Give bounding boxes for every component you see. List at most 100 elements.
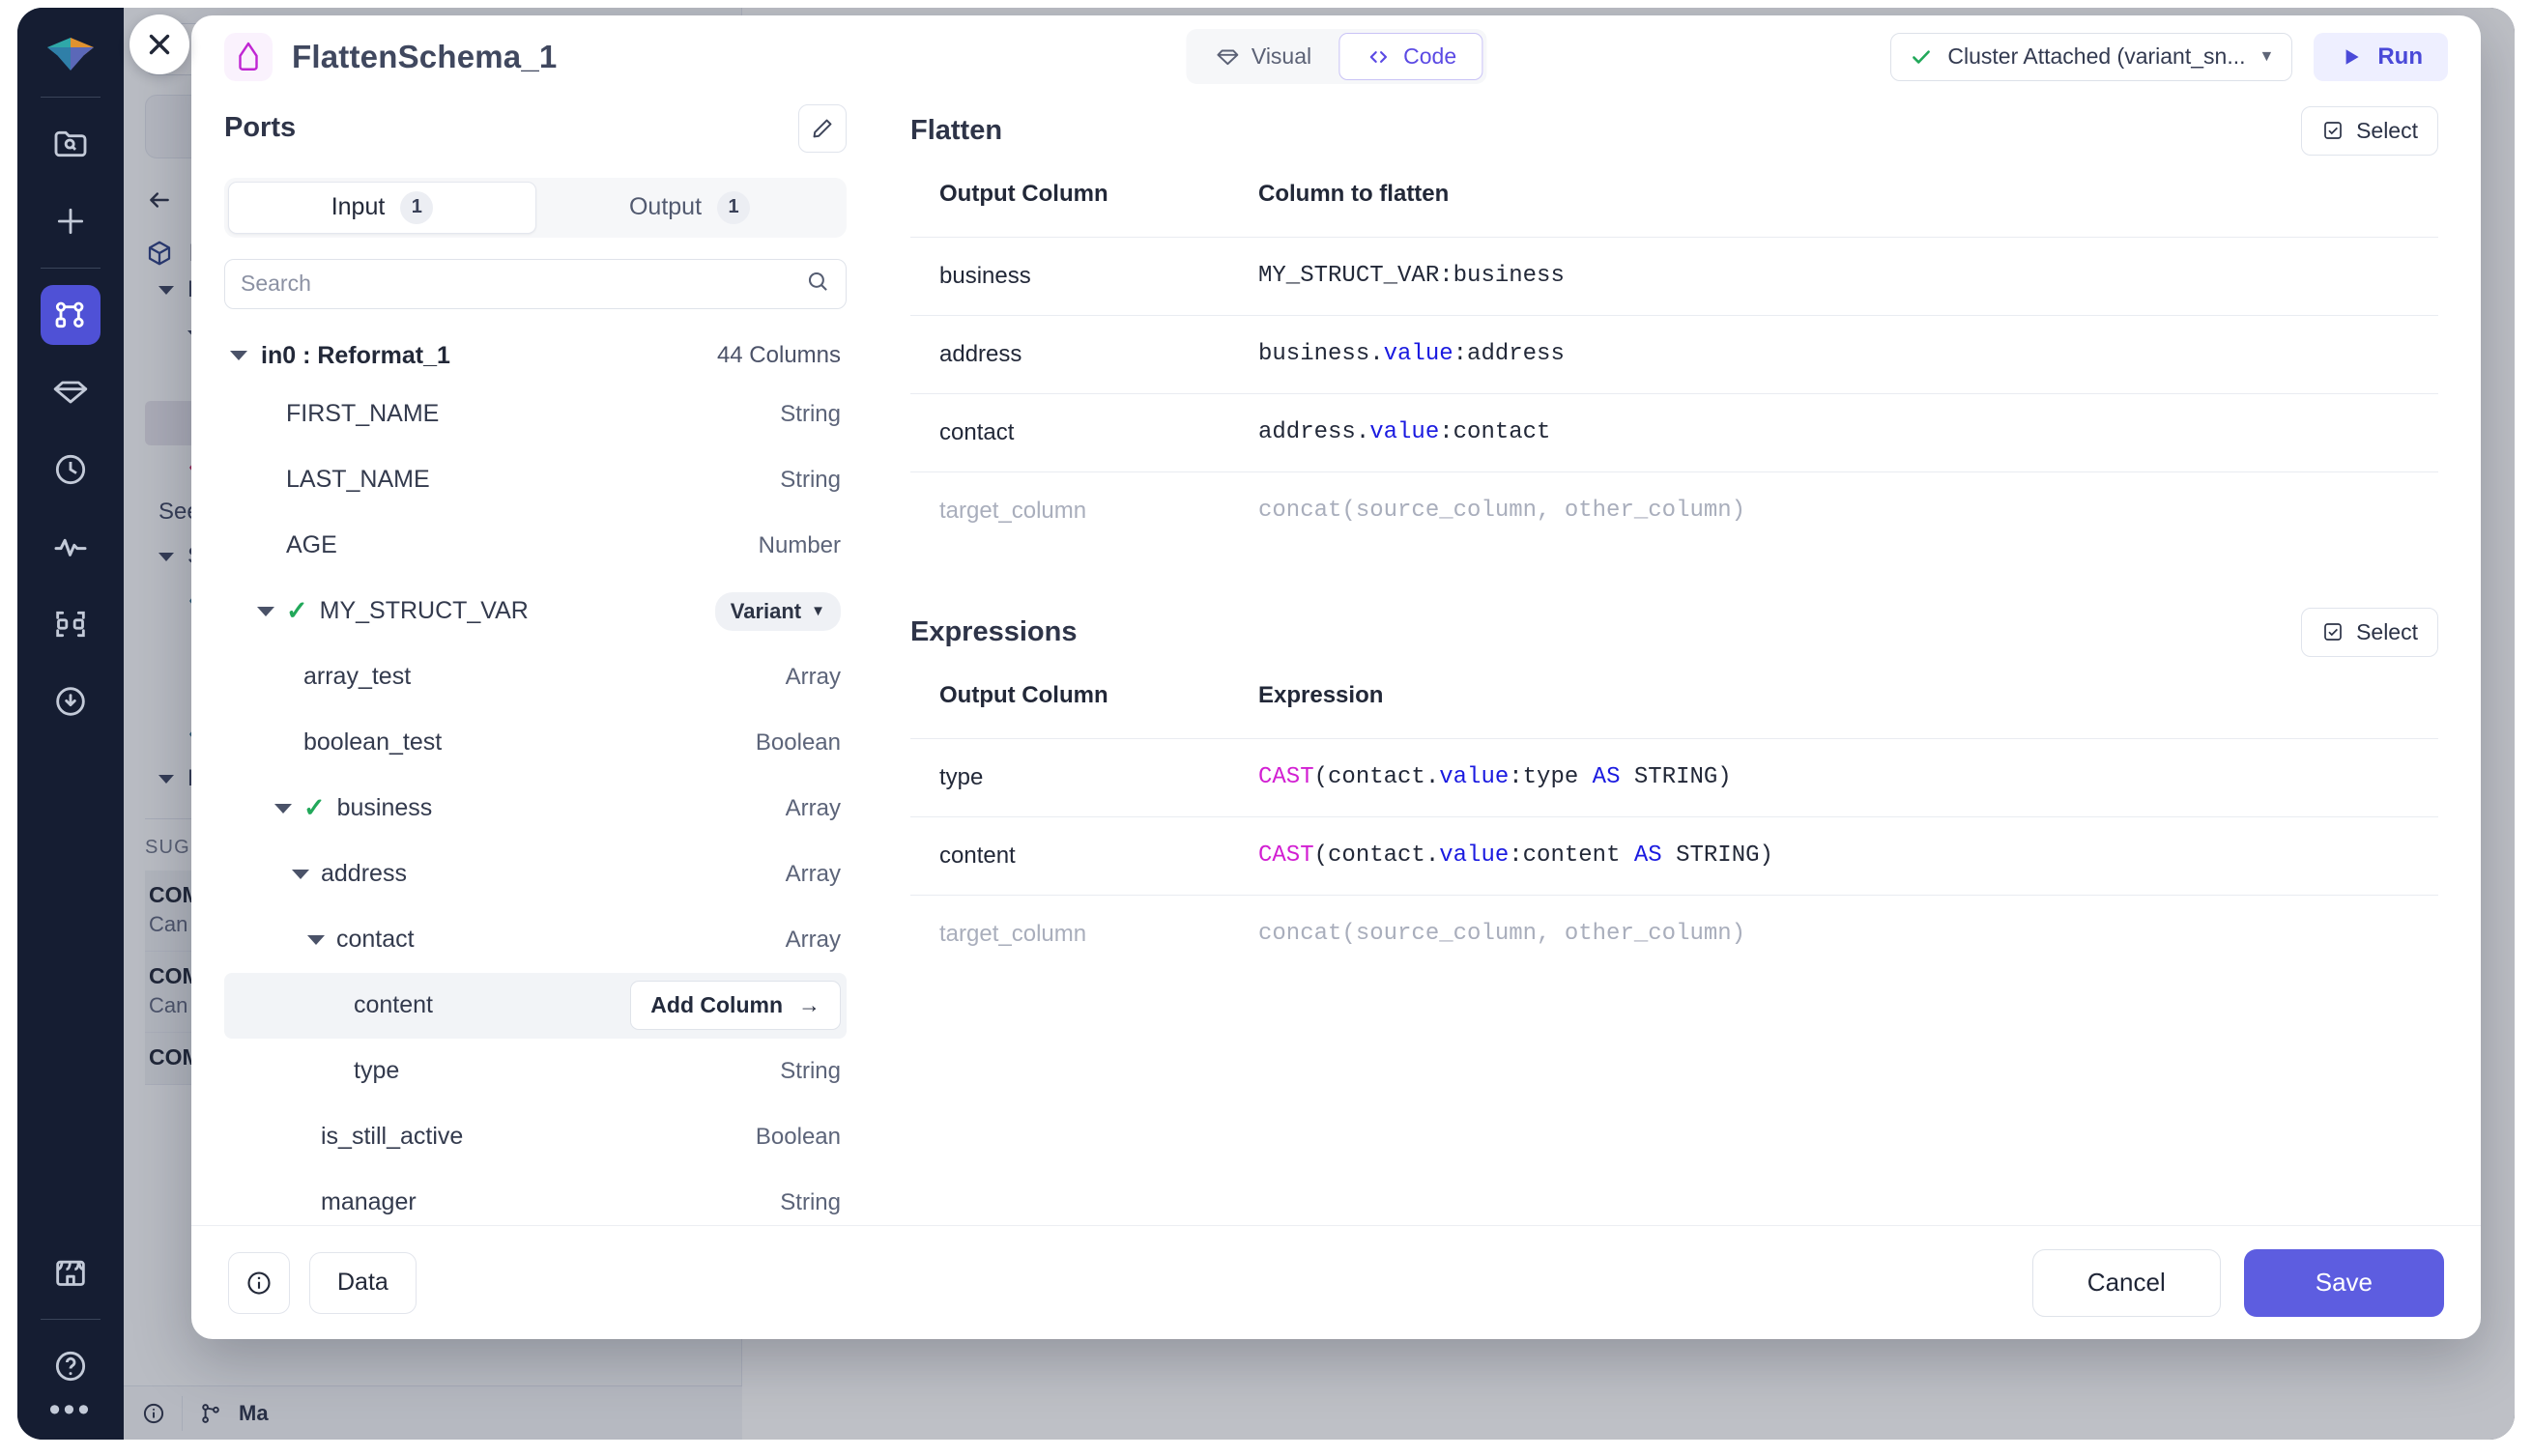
tree-row-type: String [780,400,841,427]
flatten-column-expression[interactable]: business.value:address [1229,314,2438,394]
tree-row[interactable]: boolean_test Boolean [224,710,847,776]
expressions-table-header-row: Output Column Expression [910,682,2438,739]
tree-row-name: FIRST_NAME [286,400,440,428]
cancel-button[interactable]: Cancel [2031,1248,2221,1317]
tree-row[interactable]: is_still_active Boolean [224,1104,847,1170]
tree-row[interactable]: ✓ business Array [224,776,847,842]
save-button[interactable]: Save [2243,1248,2444,1317]
sidebar-item-monitoring[interactable] [41,517,101,577]
tree-row[interactable]: array_test Array [224,644,847,710]
table-row[interactable]: address business.value:address [910,314,2438,394]
close-icon [149,34,170,55]
tree-row[interactable]: content Add Column → [224,972,847,1039]
expressions-select-button[interactable]: Select [2301,607,2438,657]
tab-input[interactable]: Input 1 [228,181,536,234]
sidebar-item-help[interactable] [41,1336,101,1396]
table-row[interactable]: target_column concat(source_column, other… [910,894,2438,973]
flatten-schema-modal: FlattenSchema_1 Visual Code Cluster Atta… [191,15,2481,1339]
expression-value[interactable]: concat(source_column, other_column) [1229,894,2438,973]
tree-row-type: Boolean [755,1123,841,1150]
footer-primary-actions: Cancel Save [2031,1248,2444,1317]
tab-output[interactable]: Output 1 [536,182,843,234]
tree-root-row[interactable]: in0 : Reformat_1 44 Columns [224,330,847,382]
table-row[interactable]: type CAST(contact.value:type AS STRING) [910,737,2438,817]
flatten-select-button[interactable]: Select [2301,105,2438,156]
sidebar-overflow-menu[interactable]: ••• [49,1393,93,1426]
tab-visual[interactable]: Visual [1190,34,1337,79]
chevron-down-icon: ▼ [2259,47,2275,65]
chevron-down-icon[interactable] [257,606,274,616]
tree-row-name: address [321,860,407,888]
tree-row[interactable]: manager String [224,1170,847,1225]
cluster-select[interactable]: Cluster Attached (variant_sn... ▼ [1890,32,2293,81]
expressions-title: Expressions [910,615,1078,647]
tree-row[interactable]: FIRST_NAME String [224,382,847,447]
tree-row-type: Array [785,794,841,821]
flatten-column-expression[interactable]: address.value:contact [1229,392,2438,472]
flatten-output-column: address [910,314,1229,394]
chevron-down-icon[interactable] [307,934,325,945]
code-keyword: AS [1592,764,1621,791]
expression-output-column: target_column [910,894,1229,973]
search-icon [805,269,830,300]
table-row[interactable]: content CAST(contact.value:content AS STR… [910,815,2438,896]
code-keyword: AS [1633,842,1662,870]
expressions-header-expression: Expression [1258,681,1384,708]
sidebar-item-pipelines[interactable] [41,285,101,345]
ports-search-input[interactable]: Search [224,258,847,309]
tree-row[interactable]: LAST_NAME String [224,447,847,513]
flatten-column-expression[interactable]: concat(source_column, other_column) [1229,471,2438,550]
tab-code[interactable]: Code [1338,33,1483,81]
column-type-select[interactable]: Variant ▼ [714,591,841,631]
sidebar-item-lineage[interactable] [41,594,101,654]
modal-title-group: FlattenSchema_1 [224,32,557,81]
table-row[interactable]: business MY_STRUCT_VAR:business [910,236,2438,316]
flatten-section-header: Flatten Select [910,105,2438,156]
data-button[interactable]: Data [309,1251,417,1314]
tree-row[interactable]: contact Array [224,907,847,973]
chevron-down-icon[interactable] [230,351,247,361]
run-button[interactable]: Run [2314,32,2448,81]
table-row[interactable]: target_column concat(source_column, other… [910,471,2438,550]
flatten-title: Flatten [910,114,1003,146]
info-button[interactable] [228,1251,290,1314]
tab-input-count: 1 [400,190,434,224]
sidebar-item-deploy[interactable] [41,671,101,731]
chevron-down-icon[interactable] [274,803,292,814]
tree-row[interactable]: type String [224,1039,847,1104]
sidebar-item-browse[interactable] [41,114,101,174]
flatten-output-column: business [910,236,1229,316]
tree-row-type: Array [785,663,841,690]
chevron-down-icon[interactable] [292,869,309,879]
sidebar-item-create-new[interactable] [41,191,101,251]
code-function: CAST [1258,764,1314,791]
tree-row-name: content [354,991,434,1019]
close-modal-button[interactable] [129,14,189,74]
tree-row[interactable]: address Array [224,842,847,907]
tree-row[interactable]: ✓ MY_STRUCT_VAR Variant ▼ [224,579,847,644]
tree-row-type: Boolean [755,728,841,756]
tab-code-label: Code [1403,43,1457,70]
tree-row[interactable]: AGE Number [224,513,847,579]
expression-value[interactable]: CAST(contact.value:content AS STRING) [1229,815,2438,896]
ports-title: Ports [224,112,297,144]
expression-value[interactable]: CAST(contact.value:type AS STRING) [1229,737,2438,817]
check-icon: ✓ [303,793,326,823]
tree-row-name: array_test [303,663,412,691]
table-row[interactable]: contact address.value:contact [910,392,2438,472]
flatten-column-expression[interactable]: MY_STRUCT_VAR:business [1229,236,2438,316]
play-icon [2345,49,2359,65]
tree-rows: FIRST_NAME String LAST_NAME String AGE Number… [224,382,847,1225]
code-keyword: value [1369,419,1440,446]
sidebar-item-history[interactable] [41,440,101,500]
sidebar-item-marketplace[interactable] [41,1242,101,1302]
arrow-right-icon: → [798,992,820,1018]
add-column-button[interactable]: Add Column → [630,981,841,1031]
checkbox-icon [2324,122,2342,140]
edit-ports-button[interactable] [798,103,847,153]
tree-root-column-count: 44 Columns [716,342,841,369]
sidebar-item-models[interactable] [41,362,101,422]
expressions-table-body: type CAST(contact.value:type AS STRING) co… [910,737,2438,973]
expressions-section-header: Expressions Select [910,607,2438,657]
tree-root-label: in0 : Reformat_1 [261,341,450,369]
